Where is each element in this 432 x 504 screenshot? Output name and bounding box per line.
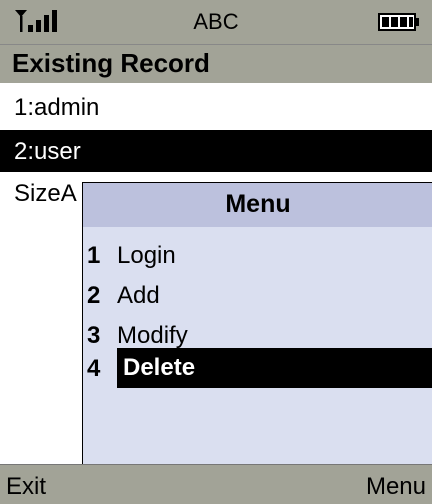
menu-title: Menu	[225, 190, 291, 218]
input-mode-indicator: ABC	[193, 9, 239, 34]
list-item-label: 2:user	[14, 138, 81, 165]
menu-item-label: Delete	[123, 354, 196, 381]
status-bar: ABC	[0, 0, 432, 44]
menu-item-label: Add	[117, 282, 160, 309]
title-bar: Existing Record	[0, 44, 432, 83]
exit-softkey[interactable]: Exit	[6, 473, 46, 501]
menu-item-number: 3	[87, 322, 101, 349]
popup-menu: Menu 1 Login 2 Add 3 Modify 4 Delete	[82, 182, 432, 465]
menu-item-number: 2	[87, 282, 101, 309]
menu-item-label: Modify	[117, 322, 188, 349]
menu-item-label: Login	[117, 242, 176, 269]
menu-item-number: 4	[87, 355, 101, 382]
softkey-bar: Exit Menu	[0, 464, 432, 504]
menu-header: Menu	[83, 183, 432, 227]
list-item-selected[interactable]: 2:user	[0, 130, 432, 172]
list-item[interactable]: 1:admin	[0, 86, 432, 128]
menu-softkey[interactable]: Menu	[366, 473, 426, 501]
list-item-label: SizeA	[14, 180, 77, 207]
battery-icon	[378, 13, 419, 31]
menu-item-delete[interactable]: 4 Delete	[83, 348, 432, 388]
menu-item-login[interactable]: 1 Login	[83, 235, 432, 275]
list-item-label: 1:admin	[14, 94, 100, 121]
menu-item-number: 1	[87, 242, 101, 269]
menu-item-add[interactable]: 2 Add	[83, 275, 432, 315]
screen-title: Existing Record	[12, 48, 210, 78]
